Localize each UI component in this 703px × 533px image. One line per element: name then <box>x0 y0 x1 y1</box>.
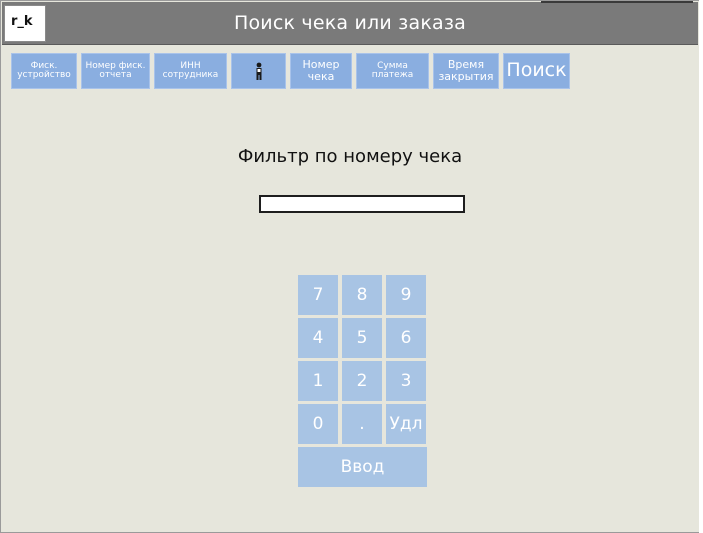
key-4[interactable]: 4 <box>298 318 338 358</box>
search-button[interactable]: Поиск <box>503 53 570 89</box>
tab-receipt-number[interactable]: Номер чека <box>290 53 352 89</box>
key-7[interactable]: 7 <box>298 275 338 315</box>
tab-payment-amount-label: Сумма платежа <box>371 60 414 80</box>
tab-fiscal-report-number-label: Номер фиск. отчета <box>85 60 146 80</box>
key-dot[interactable]: . <box>342 404 382 444</box>
key-8[interactable]: 8 <box>342 275 382 315</box>
key-6[interactable]: 6 <box>386 318 426 358</box>
key-2[interactable]: 2 <box>342 361 382 401</box>
key-1[interactable]: 1 <box>298 361 338 401</box>
tab-employee-inn-label: ИНН сотрудника <box>162 60 219 80</box>
enter-button[interactable]: Ввод <box>298 447 427 487</box>
title-bar: r_k Поиск чека или заказа <box>2 2 698 45</box>
app-window: r_k Поиск чека или заказа Фиск. устройст… <box>0 0 703 533</box>
tab-receipt-number-label: Номер чека <box>302 58 340 83</box>
tab-payment-amount[interactable]: Сумма платежа <box>356 53 429 89</box>
key-delete[interactable]: Удл <box>386 404 426 444</box>
receipt-number-input[interactable] <box>259 195 465 213</box>
right-margin <box>699 0 703 533</box>
top-edge-mark <box>541 1 693 3</box>
tab-close-time[interactable]: Время закрытия <box>433 53 499 89</box>
tab-employee-inn[interactable]: ИНН сотрудника <box>154 53 227 89</box>
filter-label: Фильтр по номеру чека <box>237 146 463 167</box>
tab-fiscal-device-label: Фиск. устройство <box>17 60 71 80</box>
page-title: Поиск чека или заказа <box>234 12 466 34</box>
tab-employee[interactable] <box>231 53 286 89</box>
key-9[interactable]: 9 <box>386 275 426 315</box>
key-3[interactable]: 3 <box>386 361 426 401</box>
tab-fiscal-device[interactable]: Фиск. устройство <box>11 53 77 89</box>
key-0[interactable]: 0 <box>298 404 338 444</box>
tab-close-time-label: Время закрытия <box>438 58 494 83</box>
key-5[interactable]: 5 <box>342 318 382 358</box>
search-button-label: Поиск <box>506 59 567 82</box>
person-icon <box>256 62 261 80</box>
tab-fiscal-report-number[interactable]: Номер фиск. отчета <box>81 53 150 89</box>
